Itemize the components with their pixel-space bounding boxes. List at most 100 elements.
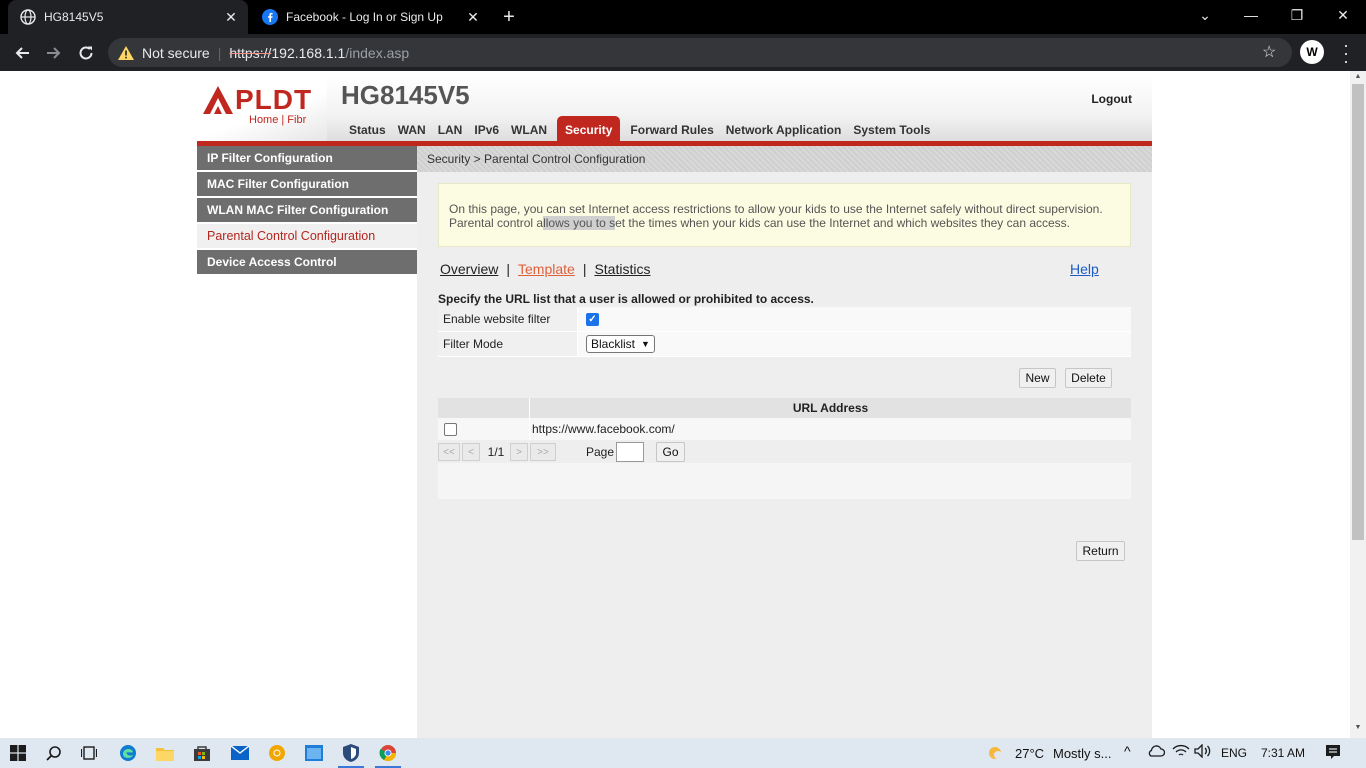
info-text: Parental control a	[449, 216, 544, 230]
browser-tab-bar: HG8145V5 ✕ Facebook - Log In or Sign Up …	[0, 0, 1366, 34]
main-nav: Status WAN LAN IPv6 WLAN Security Forwar…	[343, 116, 936, 143]
tab-separator: |	[506, 261, 510, 277]
delete-button[interactable]: Delete	[1065, 368, 1112, 388]
scroll-down-arrow-icon[interactable]: ▼	[1352, 724, 1364, 736]
filter-mode-label: Filter Mode	[438, 332, 578, 356]
sidebar-item-mac-filter[interactable]: MAC Filter Configuration	[197, 172, 417, 197]
url-scheme: https://	[229, 44, 272, 61]
url-table: URL Address https://www.facebook.com/	[438, 398, 1131, 440]
back-arrow-icon[interactable]	[9, 40, 35, 66]
app-window-icon[interactable]	[304, 743, 324, 763]
go-button[interactable]: Go	[656, 442, 685, 462]
nav-wan[interactable]: WAN	[392, 116, 432, 143]
section-description: Specify the URL list that a user is allo…	[438, 292, 814, 306]
cloud-icon[interactable]	[1147, 744, 1166, 761]
page-viewport: PLDT Home | Fibr HG8145V5 Logout Status …	[0, 71, 1350, 738]
language-indicator[interactable]: ENG	[1221, 746, 1247, 760]
nav-network-application[interactable]: Network Application	[720, 116, 848, 143]
sidebar-item-wlan-mac-filter[interactable]: WLAN MAC Filter Configuration	[197, 198, 417, 223]
tab-overview[interactable]: Overview	[440, 261, 498, 277]
first-page-button[interactable]: <<	[438, 443, 460, 461]
info-text: et the times when your kids can use the …	[615, 216, 1071, 230]
nav-system-tools[interactable]: System Tools	[847, 116, 936, 143]
url-cell[interactable]: https://www.facebook.com/	[530, 418, 1131, 440]
tab-separator: |	[582, 261, 587, 277]
window-close-button[interactable]: ✕	[1320, 0, 1366, 30]
close-tab-icon[interactable]: ✕	[220, 6, 242, 28]
clock-time[interactable]: 7:31 AM	[1261, 746, 1305, 760]
info-line-1: On this page, you can set Internet acces…	[449, 202, 1103, 216]
search-icon[interactable]	[44, 743, 64, 763]
reload-icon[interactable]	[73, 40, 99, 66]
logo-area: PLDT Home | Fibr	[197, 76, 327, 143]
sidebar-item-parental-control[interactable]: Parental Control Configuration	[197, 224, 417, 249]
return-button[interactable]: Return	[1076, 541, 1125, 561]
forward-arrow-icon[interactable]	[41, 40, 67, 66]
nav-ipv6[interactable]: IPv6	[468, 116, 505, 143]
notification-icon[interactable]	[1325, 744, 1341, 763]
wifi-icon[interactable]	[1172, 744, 1190, 761]
page-number-input[interactable]	[616, 442, 645, 462]
pldt-logo-icon	[203, 86, 233, 114]
volume-icon[interactable]	[1194, 743, 1212, 761]
weather-temperature[interactable]: 27°C	[1015, 746, 1044, 761]
breadcrumb: Security > Parental Control Configuratio…	[417, 146, 1152, 172]
filter-form: Enable website filter ✓ Filter Mode Blac…	[438, 307, 1131, 357]
form-row: Enable website filter ✓	[438, 307, 1131, 332]
weather-description[interactable]: Mostly s...	[1053, 746, 1112, 761]
chrome-icon[interactable]	[378, 743, 398, 763]
prev-page-button[interactable]: <	[462, 443, 480, 461]
not-secure-label[interactable]: Not secure	[142, 45, 210, 61]
last-page-button[interactable]: >>	[530, 443, 556, 461]
tab-template[interactable]: Template	[518, 261, 575, 277]
nav-wlan[interactable]: WLAN	[505, 116, 553, 143]
row-select-cell	[438, 418, 530, 440]
nav-security[interactable]: Security	[557, 116, 621, 143]
store-icon[interactable]	[192, 743, 212, 763]
next-page-button[interactable]: >	[510, 443, 528, 461]
new-button[interactable]: New	[1019, 368, 1056, 388]
tab-title: HG8145V5	[44, 10, 104, 24]
nav-forward-rules[interactable]: Forward Rules	[624, 116, 719, 143]
tab-title: Facebook - Log In or Sign Up	[286, 10, 443, 24]
windows-taskbar: 27°C Mostly s... ^ ENG 7:31 AM	[0, 738, 1366, 768]
sidebar-item-device-access[interactable]: Device Access Control	[197, 250, 417, 275]
info-line-2: Parental control allows you to set the t…	[449, 216, 1120, 230]
close-tab-icon[interactable]: ✕	[462, 6, 484, 28]
file-explorer-icon[interactable]	[155, 743, 175, 763]
scrollbar-thumb[interactable]	[1352, 84, 1364, 540]
sidebar-item-ip-filter[interactable]: IP Filter Configuration	[197, 146, 417, 171]
filter-mode-value: Blacklist	[591, 337, 636, 351]
filter-mode-select[interactable]: Blacklist ▼	[586, 335, 655, 353]
restore-button[interactable]: ❐	[1274, 0, 1320, 30]
window-dropdown-icon[interactable]: ⌄	[1182, 0, 1228, 30]
new-tab-button[interactable]: +	[498, 6, 520, 28]
mail-icon[interactable]	[230, 743, 250, 763]
logout-link[interactable]: Logout	[1091, 92, 1132, 106]
bookmark-star-icon[interactable]: ☆	[1262, 42, 1276, 62]
help-link[interactable]: Help	[1070, 261, 1099, 277]
tab-router[interactable]: HG8145V5 ✕	[8, 0, 248, 34]
brand-name: PLDT	[235, 84, 313, 115]
nav-lan[interactable]: LAN	[432, 116, 469, 143]
address-bar[interactable]: Not secure | https:// 192.168.1.1 /index…	[108, 38, 1292, 67]
url-host: 192.168.1.1	[271, 44, 346, 61]
nav-status[interactable]: Status	[343, 116, 392, 143]
row-checkbox[interactable]	[444, 422, 457, 436]
edge-browser-icon[interactable]	[118, 743, 138, 763]
windows-start-icon[interactable]	[8, 743, 28, 763]
enable-filter-label: Enable website filter	[438, 307, 578, 331]
tab-facebook[interactable]: Facebook - Log In or Sign Up ✕	[250, 0, 490, 34]
facebook-icon	[262, 9, 278, 25]
profile-avatar[interactable]: W	[1300, 40, 1324, 64]
tab-statistics[interactable]: Statistics	[594, 261, 650, 277]
enable-filter-checkbox[interactable]: ✓	[586, 312, 599, 326]
weather-sun-icon[interactable]	[985, 743, 1005, 763]
shield-icon[interactable]	[341, 743, 361, 763]
tray-chevron-up-icon[interactable]: ^	[1124, 743, 1131, 759]
browser-toolbar: Not secure | https:// 192.168.1.1 /index…	[0, 34, 1366, 71]
browser-menu-icon[interactable]: · · ·	[1338, 36, 1354, 70]
chrome-canary-icon[interactable]	[267, 743, 287, 763]
task-view-icon[interactable]	[79, 743, 99, 763]
minimize-button[interactable]: —	[1228, 0, 1274, 30]
